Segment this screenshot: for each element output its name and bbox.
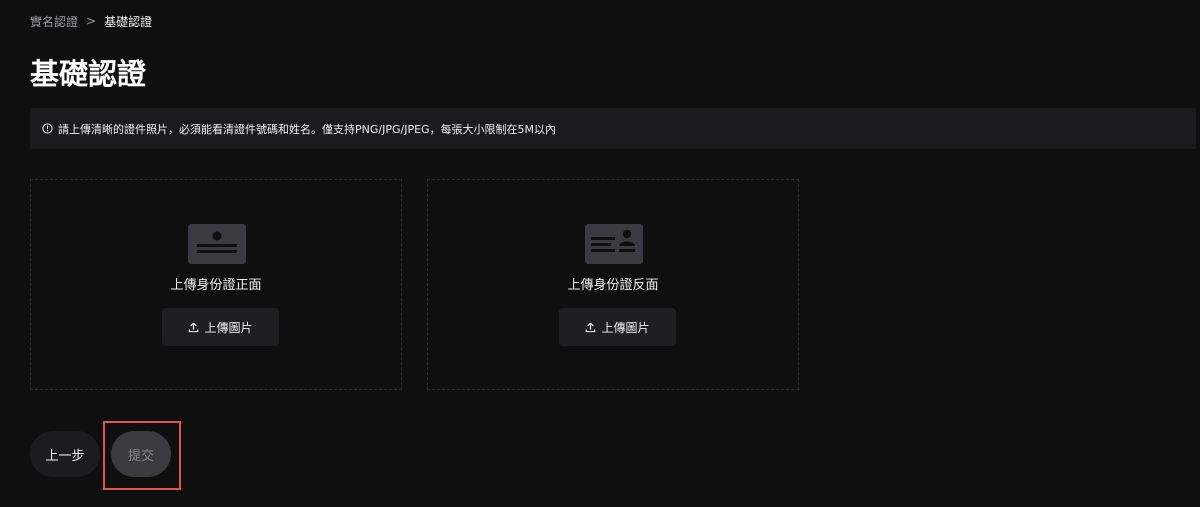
previous-step-button[interactable]: 上一步 bbox=[30, 431, 100, 477]
id-card-front-icon bbox=[188, 224, 246, 264]
breadcrumb-separator: > bbox=[86, 14, 97, 28]
notice-text: 請上傳清晰的證件照片，必須能看清證件號碼和姓名。僅支持PNG/JPG/JPEG，… bbox=[58, 122, 557, 136]
breadcrumb-current: 基礎認證 bbox=[104, 14, 153, 29]
info-icon bbox=[42, 123, 53, 134]
upload-back-button[interactable]: 上傳圖片 bbox=[559, 308, 676, 346]
upload-icon bbox=[586, 322, 596, 332]
id-card-back-icon bbox=[585, 224, 643, 264]
id-front-upload-area[interactable]: 上傳身份證正面 上傳圖片 bbox=[30, 179, 402, 390]
upload-icon bbox=[189, 322, 199, 332]
upload-front-button-label: 上傳圖片 bbox=[204, 320, 253, 335]
page-title: 基礎認證 bbox=[30, 57, 147, 91]
id-back-label: 上傳身份證反面 bbox=[567, 278, 659, 293]
submit-button[interactable]: 提交 bbox=[111, 431, 171, 477]
upload-notice: 請上傳清晰的證件照片，必須能看清證件號碼和姓名。僅支持PNG/JPG/JPEG，… bbox=[30, 108, 1196, 149]
upload-front-button[interactable]: 上傳圖片 bbox=[162, 308, 279, 346]
breadcrumb: 實名認證 > 基礎認證 bbox=[30, 12, 152, 30]
id-back-upload-area[interactable]: 上傳身份證反面 上傳圖片 bbox=[427, 179, 799, 390]
upload-back-button-label: 上傳圖片 bbox=[601, 320, 650, 335]
id-front-label: 上傳身份證正面 bbox=[170, 278, 262, 293]
breadcrumb-parent-link[interactable]: 實名認證 bbox=[30, 13, 78, 30]
